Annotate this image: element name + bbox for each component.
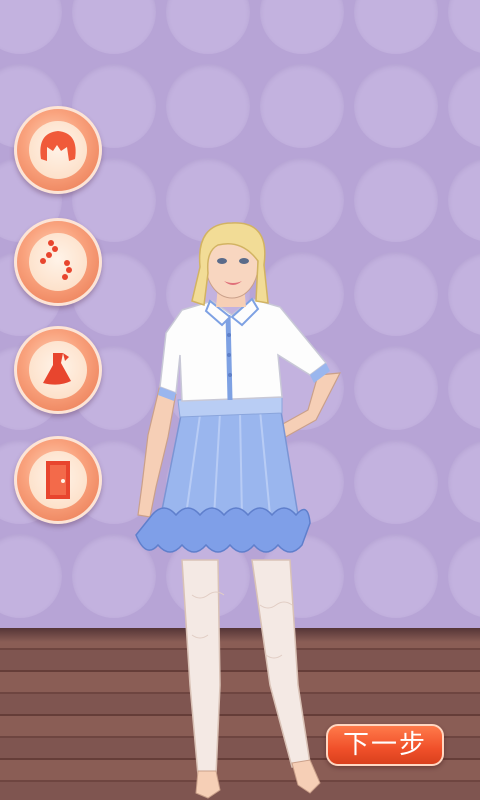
left-foot [195,770,221,799]
wall-dot [448,0,480,54]
wall-dot [448,252,480,336]
wall-dot [354,64,438,148]
wall-dot [166,0,250,54]
dress-icon [43,353,71,385]
accessories-category-button[interactable] [14,218,102,306]
dress-up-model [135,222,342,799]
wall-dot [354,534,438,618]
wall-dot [0,534,62,618]
dress-category-button[interactable] [14,326,102,414]
right-leg [251,559,311,768]
wall-dot [260,64,344,148]
wall-dot [0,0,62,54]
skirt-ruffle [135,507,311,553]
wall-dot [448,64,480,148]
right-foot [291,759,321,794]
wall-dot [166,64,250,148]
hair-icon [40,131,76,161]
wall-dot [448,440,480,524]
hair-category-button[interactable] [14,106,102,194]
wall-dot [448,534,480,618]
wall-dot [354,158,438,242]
wall-dot [260,0,344,54]
wall-dot [354,440,438,524]
bead-necklace-icon [40,240,72,280]
wall-dot [448,158,480,242]
skirt [159,404,299,521]
exit-door-button[interactable] [14,436,102,524]
shirt-placket [225,314,233,401]
wall-dot [72,0,156,54]
wall-dot [354,252,438,336]
wall-dot [354,0,438,54]
wall-dot [448,346,480,430]
next-step-button[interactable]: 下一步 [326,724,444,766]
game-stage: 下一步 [0,0,480,800]
wall-dot [354,346,438,430]
door-icon [46,461,70,499]
